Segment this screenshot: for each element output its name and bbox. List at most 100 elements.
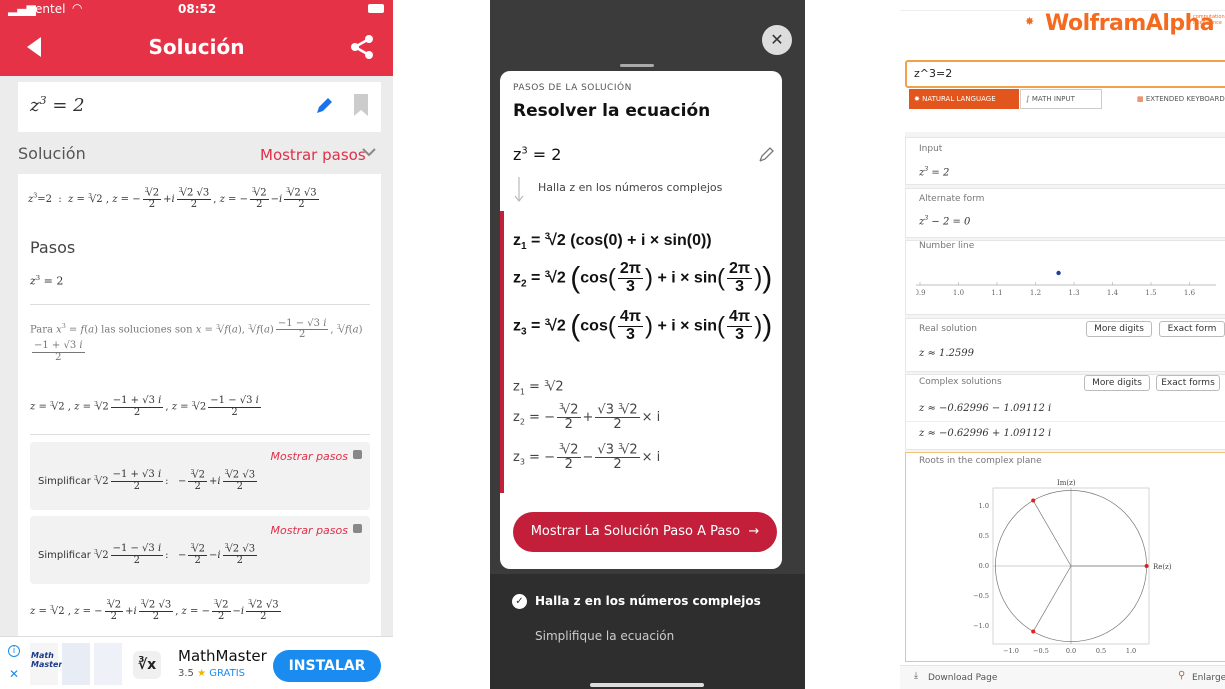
home-indicator — [590, 683, 704, 687]
y-tick-label: 1.0 — [979, 502, 989, 510]
wolfram-panel: ✸ WolframAlpha computational intelligenc… — [900, 0, 1225, 689]
search-query: z^3=2 — [914, 67, 953, 80]
sheet-title: Resolver la ecuación — [513, 101, 711, 121]
download-link[interactable]: Download Page — [928, 673, 997, 683]
number-line-tick-label: 1.4 — [1107, 289, 1119, 297]
pod-value: z ≈ −0.62996 − 1.09112 i — [919, 403, 1052, 414]
simplify-expression-2: Simplificar 3√2 −1 − √3 i2: −3√2 2 −i 3√2 √3… — [38, 543, 258, 567]
more-digits-button[interactable]: More digits — [1086, 321, 1152, 337]
show-steps-link[interactable]: Mostrar pasos — [271, 524, 348, 537]
y-tick-label: 0.0 — [979, 562, 989, 570]
summary-line: z3=2 : z = 3√2 , z = −3√2 2 +i 3√2 √3 2, z =… — [28, 187, 319, 211]
page-title: Solución — [148, 35, 245, 59]
pod-value: z ≈ −0.62996 + 1.09112 i — [919, 428, 1052, 439]
share-icon[interactable] — [350, 35, 374, 59]
final-solutions-line: z = 3√2 , z = −3√2 2 +i 3√2 √3 2, z = −3√2 2−… — [30, 599, 281, 623]
show-solution-button[interactable]: Mostrar La Solución Paso A Paso → — [513, 512, 777, 552]
app-logo-icon: ∛x — [133, 651, 161, 679]
pod-value: z3 − 2 = 0 — [919, 215, 971, 228]
close-icon[interactable]: ✕ — [9, 667, 19, 681]
divider — [906, 421, 1225, 422]
pod-value: z ≈ 1.2599 — [919, 348, 974, 359]
equation: z3 = 2 — [513, 145, 562, 164]
search-input[interactable]: z^3=2 — [905, 60, 1225, 88]
root-point-1 — [1144, 564, 1149, 568]
download-icon: ⤓ — [914, 671, 918, 681]
number-line-tick-label: 1.5 — [1145, 289, 1156, 297]
y-tick-label: −0.5 — [973, 592, 989, 600]
simplify-step-2[interactable]: Mostrar pasos Simplificar 3√2 −1 − √3 i2:… — [30, 516, 370, 584]
y-tick-label: 0.5 — [979, 532, 989, 540]
star-icon: ★ — [197, 668, 207, 679]
check-icon: ✓ — [512, 594, 527, 609]
y-tick-label: −1.0 — [973, 622, 989, 630]
ad-app-name: MathMaster — [178, 647, 267, 665]
tab-math-input[interactable]: ∫ MATH INPUT — [1020, 89, 1102, 109]
lock-icon — [353, 524, 362, 533]
root-z3-polar: z3 = 3√2 (cos(4π 3) + i × sin(4π 3)) — [513, 308, 773, 343]
root-z1: z1 = 3√2 — [513, 379, 564, 397]
pod-roots-plot: Roots in the complex plane Im(z) Re(z) 1.0… — [905, 452, 1225, 662]
number-line-tick-label: 0.9 — [916, 289, 926, 297]
x-axis-label: Re(z) — [1153, 563, 1172, 571]
back-icon[interactable] — [27, 37, 41, 57]
more-digits-button[interactable]: More digits — [1084, 375, 1150, 391]
install-button[interactable]: INSTALAR — [273, 650, 381, 682]
equation-card[interactable]: z3 = 2 — [18, 82, 381, 132]
root-radius — [1032, 500, 1072, 567]
pod-title: Input — [919, 144, 943, 154]
ad-rating: 3.5 ★ GRATIS — [178, 668, 246, 679]
clock: 08:52 — [178, 2, 217, 16]
wifi-icon: ◠ — [72, 1, 83, 15]
number-line-tick-label: 1.2 — [1030, 289, 1041, 297]
pod-complex-solutions: Complex solutions More digits Exact form… — [905, 374, 1225, 450]
mathmaster-panel: ▂▄▆ entel ◠ 08:52 Solución z3 = 2 Soluci… — [0, 0, 393, 689]
tab-extended-keyboard[interactable]: ▦ EXTENDED KEYBOARD — [1137, 89, 1225, 109]
solutions-line: z = 3√2 , z = 3√2 −1 + √3 i2, z = 3√2 −1 −… — [30, 395, 261, 418]
root-radius — [1032, 565, 1072, 632]
bookmark-icon[interactable] — [354, 94, 368, 116]
number-line-tick-label: 1.6 — [1184, 289, 1196, 297]
show-steps-link[interactable]: Mostrar pasos — [271, 450, 348, 463]
simplify-step-1[interactable]: Mostrar pasos Simplificar 3√2 −1 + √3 i2:… — [30, 442, 370, 510]
pod-title: Number line — [919, 241, 975, 251]
step-hint: Halla z en los números complejos — [538, 181, 723, 194]
battery-icon — [368, 4, 384, 13]
x-tick-label: 0.0 — [1066, 647, 1076, 655]
steps-card: z3=2 : z = 3√2 , z = −3√2 2 +i 3√2 √3 2, z =… — [18, 174, 381, 636]
root-z2: z2 = −3√2 2 + √3 3√2 2 × i — [513, 402, 661, 433]
number-line-plot: 0.9 1.0 1.1 1.2 1.3 1.4 1.5 1.6 — [916, 270, 1216, 297]
chevron-down-icon[interactable] — [362, 147, 376, 157]
tab-natural-language[interactable]: ✸ NATURAL LANGUAGE — [909, 89, 1019, 109]
step-accent-bar — [500, 211, 504, 493]
zoom-icon: ⚲ — [1178, 670, 1186, 681]
number-line-tick-label: 1.0 — [953, 289, 964, 297]
pod-title: Complex solutions — [919, 377, 1002, 387]
pod-value: z3 = 2 — [919, 166, 950, 179]
pencil-icon[interactable] — [758, 147, 774, 163]
equation-display: z3 = 2 — [30, 94, 85, 116]
complex-plane-chart: Im(z) Re(z) 1.0 0.5 0.0 −0.5 −1.0 −1.0 −0.5 0.0 0.… — [973, 479, 1172, 655]
exact-form-button[interactable]: Exact form — [1159, 321, 1225, 337]
close-icon[interactable]: ✕ — [762, 25, 792, 55]
exact-forms-button[interactable]: Exact forms — [1156, 375, 1220, 391]
enlarge-link[interactable]: Enlarge — [1192, 673, 1225, 683]
brand-logo[interactable]: WolframAlpha — [1045, 11, 1215, 36]
step-item-2[interactable]: Simplifique la ecuación — [535, 629, 674, 643]
brand-tagline: computational intelligence — [1193, 14, 1225, 26]
number-line-point — [1056, 270, 1061, 276]
pencil-icon[interactable] — [314, 96, 334, 116]
x-tick-label: 0.5 — [1096, 647, 1106, 655]
info-icon[interactable]: i — [8, 645, 20, 657]
step-item-1[interactable]: Halla z en los números complejos — [535, 594, 761, 608]
section-label: PASOS DE LA SOLUCIÓN — [513, 83, 632, 93]
lock-icon — [353, 450, 362, 459]
root-z1-polar: z1 = 3√2 (cos(0) + i × sin(0)) — [513, 231, 712, 252]
drag-handle[interactable] — [620, 64, 654, 67]
pod-title: Alternate form — [919, 194, 985, 204]
show-steps-link[interactable]: Mostrar pasos — [260, 146, 366, 164]
background-blur — [510, 20, 760, 65]
divider — [30, 434, 370, 435]
pod-title: Real solution — [919, 324, 977, 334]
ad-thumbnail — [94, 643, 122, 685]
